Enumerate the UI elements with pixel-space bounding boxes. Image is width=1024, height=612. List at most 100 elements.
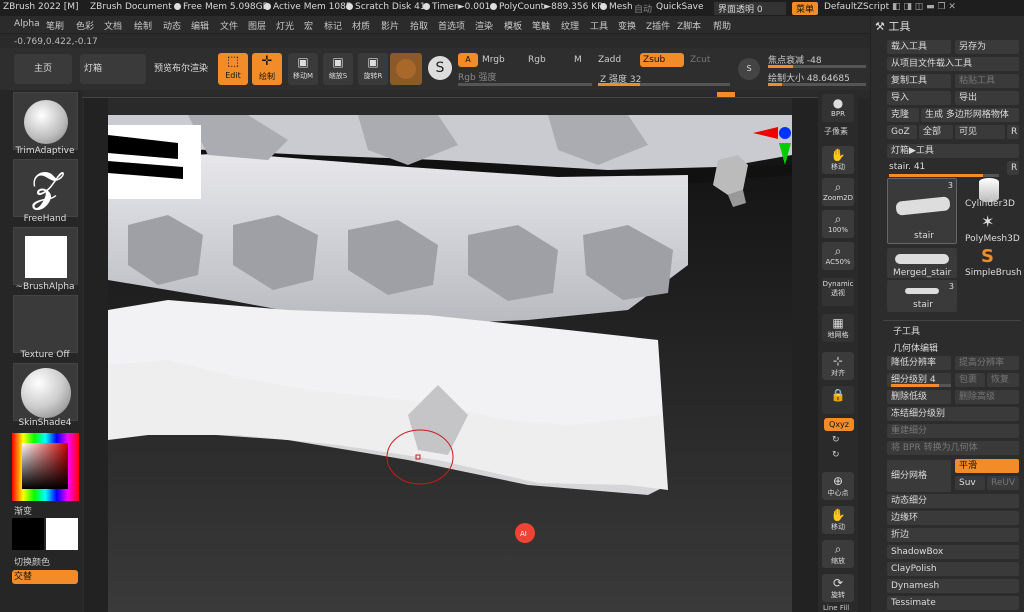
main-color-swatch[interactable] xyxy=(46,518,78,550)
menu-button[interactable]: 菜单 xyxy=(792,2,819,15)
menu-item[interactable]: 编辑 xyxy=(191,19,209,32)
menu-item[interactable]: 文件 xyxy=(220,19,238,32)
tool-cylinder3d[interactable]: Cylinder3D xyxy=(965,199,1015,209)
claypolish-section[interactable]: ClayPolish xyxy=(887,562,1019,576)
menu-item[interactable]: 笔触 xyxy=(532,19,550,32)
load-from-project-button[interactable]: 从项目文件载入工具 xyxy=(887,57,1019,71)
cage-button[interactable]: 包裹 xyxy=(955,373,985,387)
preview-boolean-button[interactable]: 预览布尔渲染 xyxy=(150,54,212,84)
edit-button[interactable]: ⬚ Edit xyxy=(218,53,248,85)
m-button[interactable]: M xyxy=(574,55,582,65)
visible-button[interactable]: 可见 xyxy=(955,125,1005,139)
dynamesh-section[interactable]: Dynamesh xyxy=(887,579,1019,593)
draw-size-track[interactable] xyxy=(768,83,866,86)
make-polymesh-button[interactable]: 生成 多边形网格物体 xyxy=(921,108,1019,122)
default-zscript[interactable]: DefaultZScript xyxy=(824,2,889,12)
material-tile[interactable] xyxy=(13,363,78,421)
reconstruct-sdiv-button[interactable]: 重建细分 xyxy=(887,424,1019,438)
alternate-button[interactable]: 交替 xyxy=(12,570,78,584)
mrgb-button[interactable]: Mrgb xyxy=(482,55,505,65)
load-tool-button[interactable]: 载入工具 xyxy=(887,40,951,54)
window-controls[interactable]: ◧ ◨ ◫ ▬ ❐ ✕ xyxy=(892,2,956,12)
tool-simplebrush[interactable]: SimpleBrush xyxy=(965,268,1022,278)
doc-menu[interactable]: ZBrush Document xyxy=(90,2,172,12)
subtool-section[interactable]: 子工具 xyxy=(893,324,920,337)
menu-item[interactable]: 灯光 xyxy=(276,19,294,32)
home-button[interactable]: 主页 xyxy=(14,54,72,84)
lightbox-tool-button[interactable]: 灯箱▶工具 xyxy=(887,144,1019,158)
rotate-z-icon[interactable]: ↻ xyxy=(832,450,840,460)
delete-lower-button[interactable]: 删除低级 xyxy=(887,390,951,404)
material-swatch[interactable] xyxy=(390,53,422,85)
clone-button[interactable]: 克隆 xyxy=(887,108,919,122)
r-button[interactable]: R xyxy=(1007,125,1019,139)
stroke-tile[interactable]: 𝓩 xyxy=(13,159,78,217)
floor-button[interactable]: ▦ 地网格 xyxy=(822,314,854,342)
scale-button[interactable]: ▣ 缩放S xyxy=(323,53,353,85)
tool-polymesh3d[interactable]: PolyMesh3D xyxy=(965,234,1020,244)
zcut-button[interactable]: Zcut xyxy=(690,55,710,65)
zoom2d-button[interactable]: ⌕ Zoom2D xyxy=(822,178,854,206)
z-strength-track[interactable] xyxy=(598,83,730,86)
shadowbox-section[interactable]: ShadowBox xyxy=(887,545,1019,559)
ui-transparency-slider[interactable]: 界面透明 0 xyxy=(714,2,786,15)
switch-color-button[interactable]: 切换颜色 xyxy=(14,555,50,568)
goz-button[interactable]: GoZ xyxy=(887,125,917,139)
menu-item[interactable]: 绘制 xyxy=(134,19,152,32)
focal-shift-track[interactable] xyxy=(768,65,866,68)
perspective-button[interactable]: Dynamic 透视 xyxy=(822,278,854,306)
lock-button[interactable]: 🔒 xyxy=(822,386,854,414)
draw-button[interactable]: ✛ 绘制 xyxy=(252,53,282,85)
viewport-canvas[interactable]: AI xyxy=(108,115,792,612)
crease-section[interactable]: 折边 xyxy=(887,528,1019,542)
menu-item[interactable]: 工具 xyxy=(590,19,608,32)
simplebrush-icon[interactable]: S xyxy=(981,246,994,267)
center-button[interactable]: ⊕ 中心点 xyxy=(822,472,854,500)
save-as-button[interactable]: 另存为 xyxy=(955,40,1019,54)
rgb-strength-track[interactable] xyxy=(458,83,592,86)
subpixel-label[interactable]: 子像素 xyxy=(824,126,848,137)
sdiv-track[interactable] xyxy=(891,384,951,387)
tool-merged-stair[interactable]: Merged_stair xyxy=(893,268,951,278)
brush-tile[interactable] xyxy=(13,92,78,150)
freeze-sdiv-button[interactable]: 冻结细分级别 xyxy=(887,407,1019,421)
menu-item[interactable]: Z插件 xyxy=(646,19,670,32)
lightbox-button[interactable]: 灯箱 xyxy=(80,54,146,84)
all-button[interactable]: 全部 xyxy=(919,125,953,139)
menu-item[interactable]: 影片 xyxy=(381,19,399,32)
menu-item[interactable]: 拾取 xyxy=(410,19,428,32)
rotate-button[interactable]: ▣ 旋转R xyxy=(358,53,388,85)
menu-item[interactable]: 笔刷 xyxy=(46,19,64,32)
move-button[interactable]: ▣ 移动M xyxy=(288,53,318,85)
suv-toggle[interactable]: Suv xyxy=(955,476,985,490)
rgb-strength-slider[interactable]: Rgb 强度 xyxy=(458,70,497,83)
zoom-button[interactable]: ⌕ 缩放 xyxy=(822,540,854,568)
menu-item[interactable]: 标记 xyxy=(324,19,342,32)
divide-button[interactable]: 细分网格 xyxy=(887,460,951,492)
edge-loop-section[interactable]: 边缘环 xyxy=(887,511,1019,525)
delete-higher-button[interactable]: 删除高级 xyxy=(955,390,1019,404)
secondary-color-swatch[interactable] xyxy=(12,518,44,550)
zsub-button[interactable]: Zsub xyxy=(640,53,684,67)
smooth-toggle[interactable]: 平滑 xyxy=(955,459,1019,473)
color-square[interactable] xyxy=(22,443,68,489)
lazy-mouse-icon[interactable]: S xyxy=(738,58,760,80)
geometry-section[interactable]: 几何体编辑 xyxy=(893,341,938,354)
lower-res-button[interactable]: 降低分辨率 xyxy=(887,356,951,370)
zoom100-button[interactable]: ⌕ 100% xyxy=(822,210,854,238)
polymesh3d-icon[interactable]: ✶ xyxy=(981,212,994,231)
tool-r-button[interactable]: R xyxy=(1007,161,1019,175)
bpr-button[interactable]: ● BPR xyxy=(822,94,854,122)
menu-item[interactable]: 首选项 xyxy=(438,19,465,32)
tool-thumb-stair-active[interactable]: 3 stair xyxy=(887,178,957,244)
move-view-button[interactable]: ✋ 移动 xyxy=(822,146,854,174)
higher-res-button[interactable]: 提高分辨率 xyxy=(955,356,1019,370)
paste-tool-button[interactable]: 粘贴工具 xyxy=(955,74,1019,88)
ac50-button[interactable]: ⌕ AC50% xyxy=(822,242,854,270)
menu-item[interactable]: 色彩 xyxy=(76,19,94,32)
rgb-button[interactable]: Rgb xyxy=(528,55,546,65)
a-button[interactable]: A xyxy=(458,53,478,67)
rotate-view-button[interactable]: ⟳ 旋转 xyxy=(822,574,854,602)
stroke-icon[interactable]: S xyxy=(428,56,452,80)
menu-item[interactable]: 模板 xyxy=(504,19,522,32)
